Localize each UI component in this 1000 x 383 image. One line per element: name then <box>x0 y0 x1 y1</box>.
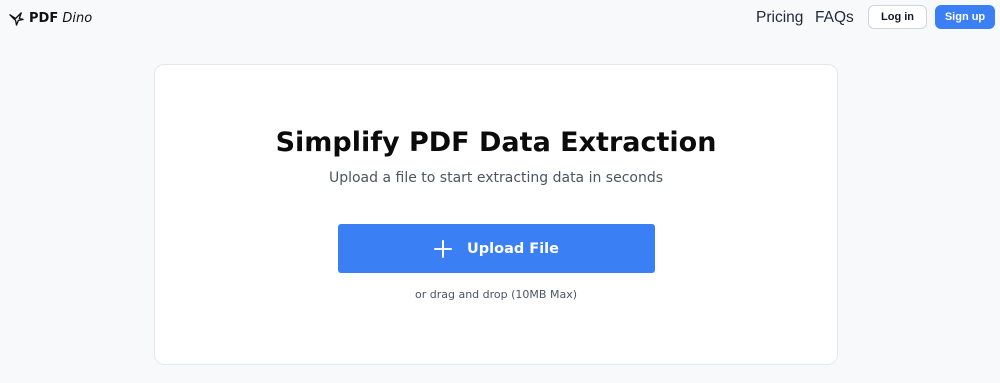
drag-and-drop-hint: or drag and drop (10MB Max) <box>415 288 577 301</box>
nav-faqs-link[interactable]: FAQs <box>815 8 854 28</box>
logo-link[interactable]: PDF Dino <box>9 9 92 27</box>
brand-name: PDF Dino <box>29 11 92 26</box>
top-bar: PDF Dino Pricing FAQs Log in Sign up <box>0 0 1000 36</box>
brand-name-bold: PDF <box>29 10 59 26</box>
page-title: Simplify PDF Data Extraction <box>275 127 717 158</box>
pterodactyl-icon <box>9 11 24 26</box>
upload-file-label: Upload File <box>467 240 559 257</box>
upload-file-button[interactable]: Upload File <box>338 224 655 273</box>
page-subtitle: Upload a file to start extracting data i… <box>328 170 664 186</box>
signup-button[interactable]: Sign up <box>935 5 995 29</box>
brand-name-italic: Dino <box>62 10 93 26</box>
plus-icon <box>434 239 452 258</box>
login-button[interactable]: Log in <box>868 5 927 29</box>
nav-pricing-link[interactable]: Pricing <box>756 8 803 28</box>
upload-card: Simplify PDF Data Extraction Upload a fi… <box>154 64 838 365</box>
